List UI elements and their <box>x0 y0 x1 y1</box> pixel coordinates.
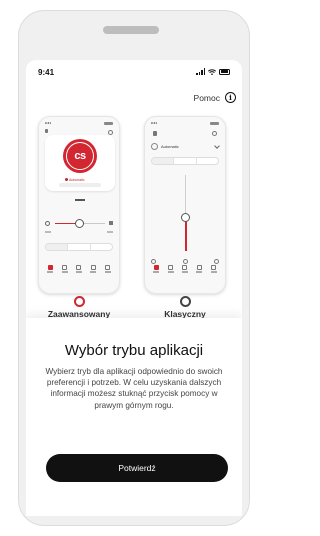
help-label: Pomoc <box>193 92 220 103</box>
mini-tab-bar <box>145 265 225 283</box>
app-screen: 9:41 Pomoc i 9:41 cs Automatic 9:41 Auto… <box>26 60 242 516</box>
program-row: Automatic <box>151 141 220 151</box>
confirm-button[interactable]: Potwierdź <box>46 454 228 482</box>
device-notch <box>103 26 159 34</box>
volume-down-icon <box>45 221 50 226</box>
status-time: 9:41 <box>38 68 55 77</box>
status-icons <box>196 68 230 75</box>
mini-status-bar: 9:41 <box>45 121 113 127</box>
signal-icon <box>196 68 205 75</box>
program-label: Automatic <box>161 143 179 149</box>
sheet-description: Wybierz tryb dla aplikacji odpowiednio d… <box>45 367 223 410</box>
battery-icon <box>219 68 230 75</box>
help-button[interactable]: Pomoc i <box>194 92 236 103</box>
program-label: Automatic <box>65 178 85 182</box>
volume-up-icon <box>109 221 113 225</box>
mode-option-classic[interactable]: Klasyczny <box>142 296 228 319</box>
volume-slider-fill <box>185 217 187 251</box>
program-icon <box>151 142 158 150</box>
mini-tab-bar <box>39 265 119 283</box>
classic-mode-preview[interactable]: 9:41 Automatic <box>144 116 226 294</box>
segmented-control <box>151 157 219 165</box>
mini-status-bar: 9:41 <box>151 121 219 127</box>
status-bar: 9:41 <box>26 60 242 82</box>
program-logo-icon: cs <box>63 139 97 173</box>
chevron-down-icon <box>214 143 220 149</box>
advanced-mode-preview[interactable]: 9:41 cs Automatic <box>38 116 120 294</box>
volume-slider-knob <box>75 219 84 228</box>
info-icon: i <box>225 92 236 103</box>
bottom-sheet: Wybór trybu aplikacji Wybierz tryb dla a… <box>26 318 242 516</box>
radio-advanced[interactable] <box>73 296 85 307</box>
sheet-title: Wybór trybu aplikacji <box>64 342 204 359</box>
mode-option-advanced[interactable]: Zaawansowany <box>36 296 122 319</box>
wifi-icon <box>208 68 216 75</box>
segmented-control <box>45 243 113 251</box>
volume-slider-knob <box>181 213 190 222</box>
radio-classic[interactable] <box>179 296 191 307</box>
program-card: cs Automatic <box>45 135 115 191</box>
